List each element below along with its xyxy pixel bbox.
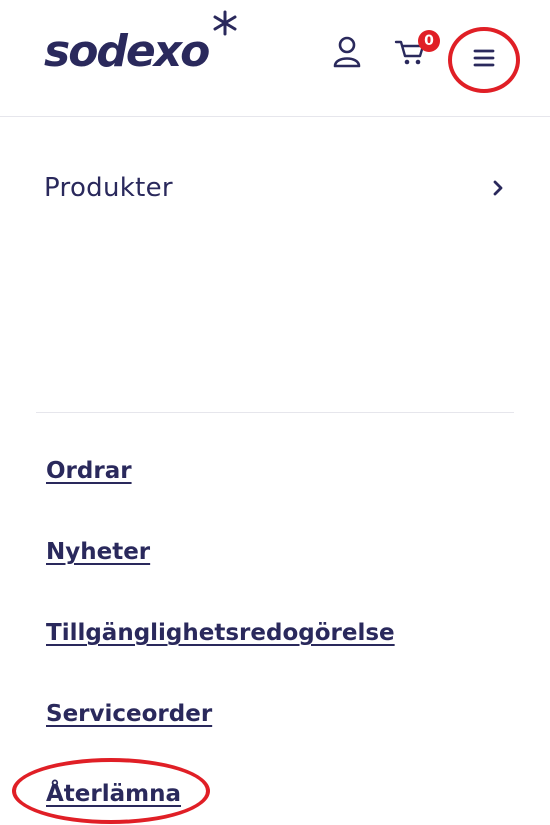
- cart-count-badge: 0: [418, 30, 440, 52]
- menu-item-label: Produkter: [44, 173, 173, 203]
- logo-wordmark: sodexo: [44, 26, 210, 77]
- site-header: sodexo 0: [0, 0, 550, 116]
- logo-star-icon: [213, 10, 237, 36]
- link-ordrar[interactable]: Ordrar: [46, 458, 132, 484]
- sodexo-logo[interactable]: sodexo: [44, 10, 254, 80]
- link-nyheter[interactable]: Nyheter: [46, 539, 150, 565]
- menu-item-produkter[interactable]: Produkter: [44, 160, 506, 216]
- link-serviceorder[interactable]: Serviceorder: [46, 701, 212, 727]
- header-divider: [0, 116, 550, 117]
- link-aterlamna[interactable]: Återlämna: [46, 781, 181, 807]
- link-tillganglighetsredogorelse[interactable]: Tillgänglighetsredogörelse: [46, 620, 395, 646]
- chevron-right-icon: [493, 180, 503, 196]
- user-icon[interactable]: [332, 36, 362, 68]
- hamburger-menu-icon[interactable]: [466, 40, 502, 74]
- menu-divider: [36, 412, 514, 413]
